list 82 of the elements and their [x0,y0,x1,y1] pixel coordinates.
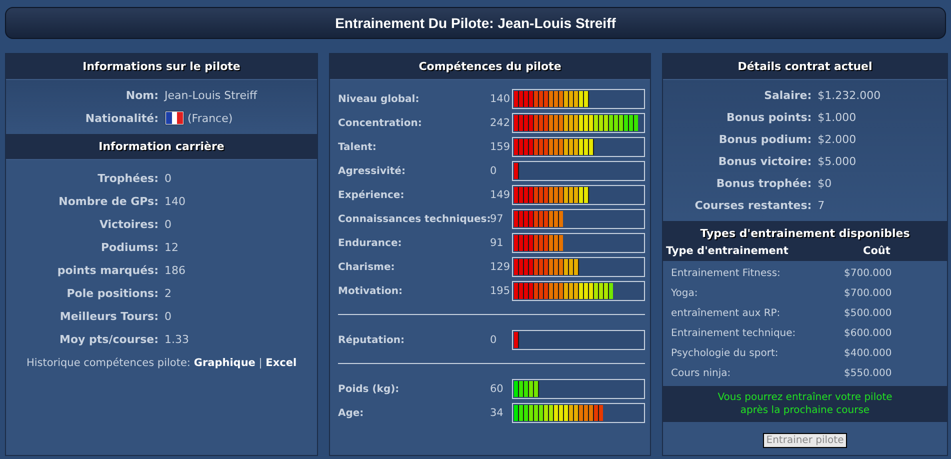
field-value: $2.000 [818,133,858,146]
table-cell-text: $500.000 [844,308,893,318]
skill-value: 0 [490,165,497,177]
field-value: $5.000 [818,155,858,168]
table-cell-text: Psychologie du sport: [671,348,780,358]
skill-label: Agressivité: [338,166,406,176]
skill-label: Expérience: [338,190,404,200]
field-label: points marqués: [56,264,158,277]
field-value: $0 [818,177,833,190]
history-label: Historique compétences pilote: [26,357,190,369]
column-header: Coût [862,245,892,257]
field-label: Salaire: [763,89,812,102]
skill-value: 149 [490,189,510,201]
field-label: Trophées: [96,172,158,185]
table-cell-text: Entrainement Fitness: [671,268,782,278]
field-label: Podiums: [100,241,158,254]
skill-value: 34 [490,407,504,419]
field-value: (France) [188,112,233,124]
flag-icon [164,111,184,125]
table-cell-text: $550.000 [844,368,893,378]
skill-value: 97 [490,213,504,225]
notice-message: Vous pourrez entraîner votre pilote après la prochaine course [663,386,947,422]
panel-title: Informations sur le pilote [6,54,317,80]
field-label: Pole positions: [66,287,158,300]
field-value: Jean-Louis Streiff [164,89,258,102]
field-label: Meilleurs Tours: [58,310,158,323]
field-label: Bonus points: [725,111,812,124]
page-title: Entrainement Du Pilote: Jean-Louis Streiff [5,7,946,39]
table-cell-text: Cours ninja: [671,368,732,378]
field-label: Nationalité: [84,112,158,124]
panel-title: Détails contrat actuel [663,54,947,80]
skill-value: 0 [490,334,497,346]
skill-label: Charisme: [338,262,395,272]
field-label: Victoires: [98,218,158,231]
section-title: Types d'entrainement disponibles [663,221,947,243]
panel-title: Compétences du pilote [330,54,650,80]
field-value: 0 [164,218,172,231]
field-value: 12 [164,241,180,254]
excel-link[interactable]: Excel [266,357,297,369]
field-value: 186 [164,264,186,277]
field-value: 0 [164,172,172,185]
field-label: Nom: [124,89,158,102]
skill-value: 129 [490,261,510,273]
table-cell-text: Entrainement technique: [671,328,797,338]
field-label: Nombre de GPs: [58,195,158,208]
field-value: $1.000 [818,111,858,124]
skill-value: 140 [490,93,510,105]
field-value: $1.232.000 [818,89,882,102]
skill-label: Age: [338,408,364,418]
table-cell-text: Yoga: [671,288,699,298]
table-cell-text: $700.000 [844,288,893,298]
skill-value: 195 [490,285,510,297]
separator: | [258,357,262,369]
field-label: Bonus trophée: [715,177,812,190]
skill-label: Motivation: [338,286,402,296]
field-value: 0 [164,310,172,323]
skill-value: 60 [490,383,504,395]
field-value: 7 [818,199,826,212]
field-label: Moy pts/course: [58,333,158,346]
field-value: 2 [164,287,172,300]
skill-value: 242 [490,117,510,129]
field-label: Courses restantes: [694,199,812,212]
skill-label: Réputation: [338,334,404,346]
skill-label: Concentration: [338,118,422,128]
field-value: 1.33 [164,333,190,346]
column-header: Type d'entrainement [666,245,790,257]
table-cell-text: $600.000 [844,328,893,338]
field-label: Bonus victoire: [717,155,812,168]
skill-label: Niveau global: [338,94,420,104]
field-label: Bonus podium: [718,133,812,146]
skill-label: Connaissances techniques: [338,214,491,224]
section-title: Information carrière [6,134,317,160]
graph-link[interactable]: Graphique [194,357,256,369]
table-cell-text: entraînement aux RP: [671,308,782,318]
field-value: 140 [164,195,186,208]
skill-value: 159 [490,141,510,153]
table-cell-text: $400.000 [844,348,893,358]
table-cell-text: $700.000 [844,268,893,278]
skill-label: Endurance: [338,238,402,248]
skill-label: Poids (kg): [338,384,400,394]
skill-label: Talent: [338,142,376,152]
skill-value: 91 [490,237,504,249]
